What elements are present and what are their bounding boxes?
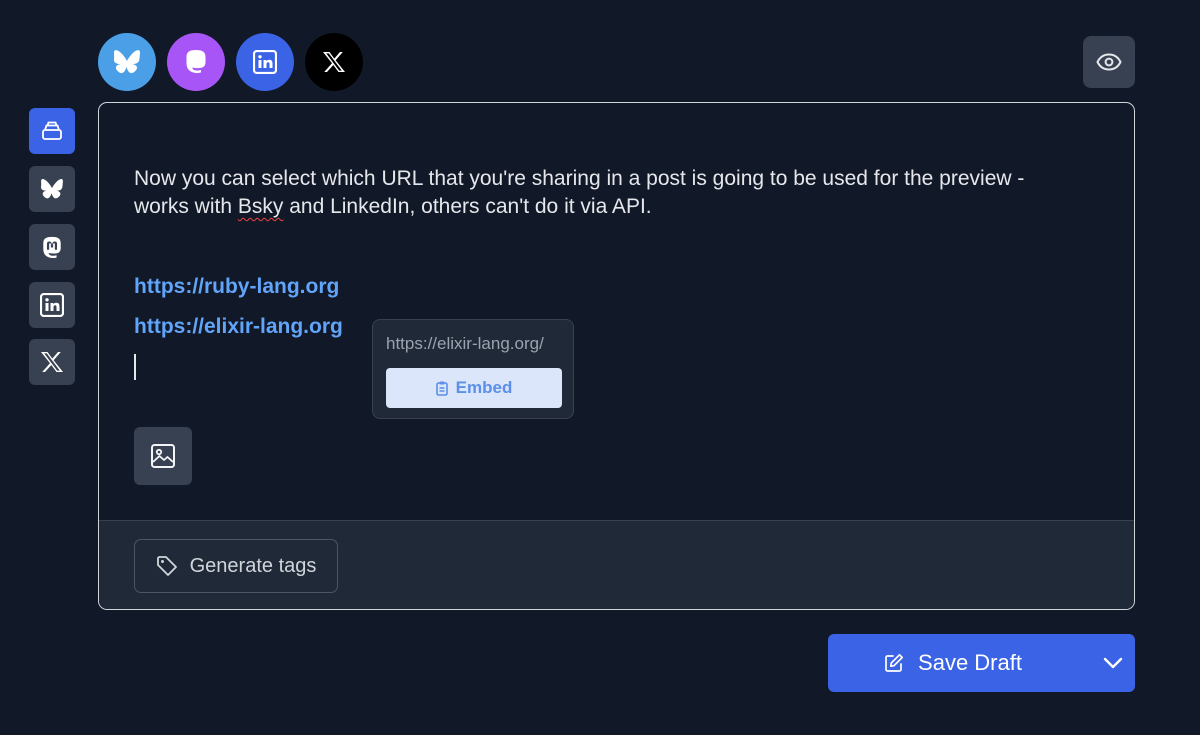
popover-url: https://elixir-lang.org/ (386, 334, 544, 353)
sidebar-item-linkedin[interactable] (29, 282, 75, 328)
generate-tags-label: Generate tags (189, 554, 317, 577)
url-link[interactable]: https://ruby-lang.org (134, 273, 339, 301)
chevron-down-icon (1103, 657, 1122, 669)
preview-button[interactable] (1083, 36, 1135, 88)
linkedin-avatar[interactable] (236, 33, 294, 91)
generate-tags-button[interactable]: Generate tags (134, 539, 338, 593)
x-avatar[interactable] (305, 33, 363, 91)
butterfly-icon (41, 179, 63, 199)
text-cursor (134, 354, 136, 380)
url-link[interactable]: https://elixir-lang.org (134, 313, 343, 341)
x-icon (41, 352, 63, 372)
save-draft-button[interactable]: Save Draft (828, 634, 1135, 692)
sidebar-item-all[interactable] (29, 108, 75, 154)
save-draft-label: Save Draft (918, 650, 1022, 675)
linkedin-icon (253, 50, 277, 74)
x-icon (323, 52, 345, 72)
embed-label: Embed (455, 378, 513, 397)
misspelled-word[interactable]: Bsky (238, 195, 284, 218)
embed-button[interactable]: Embed (386, 368, 562, 408)
edit-icon (885, 653, 904, 672)
mastodon-icon (186, 50, 206, 74)
butterfly-icon (114, 50, 140, 74)
editor-footer: Generate tags (99, 520, 1134, 609)
add-image-button[interactable] (134, 427, 192, 485)
sidebar-item-bluesky[interactable] (29, 166, 75, 212)
clipboard-icon (435, 381, 448, 396)
sidebar-item-mastodon[interactable] (29, 224, 75, 270)
linkedin-icon (40, 293, 64, 317)
bluesky-avatar[interactable] (98, 33, 156, 91)
eye-icon (1096, 53, 1122, 71)
save-options-toggle[interactable] (1090, 634, 1135, 692)
tag-icon (156, 556, 177, 576)
editor-body[interactable]: Now you can select which URL that you're… (99, 103, 1134, 520)
image-icon (151, 444, 175, 468)
mastodon-avatar[interactable] (167, 33, 225, 91)
mastodon-icon (43, 236, 61, 258)
stack-icon (42, 121, 62, 140)
post-text-part: and LinkedIn, others can't do it via API… (283, 195, 652, 218)
link-popover: https://elixir-lang.org/ Embed (372, 319, 574, 419)
post-editor[interactable]: Now you can select which URL that you're… (98, 102, 1135, 610)
post-text[interactable]: Now you can select which URL that you're… (134, 165, 1054, 221)
save-draft-main[interactable]: Save Draft (828, 634, 1078, 692)
sidebar-item-x[interactable] (29, 339, 75, 385)
